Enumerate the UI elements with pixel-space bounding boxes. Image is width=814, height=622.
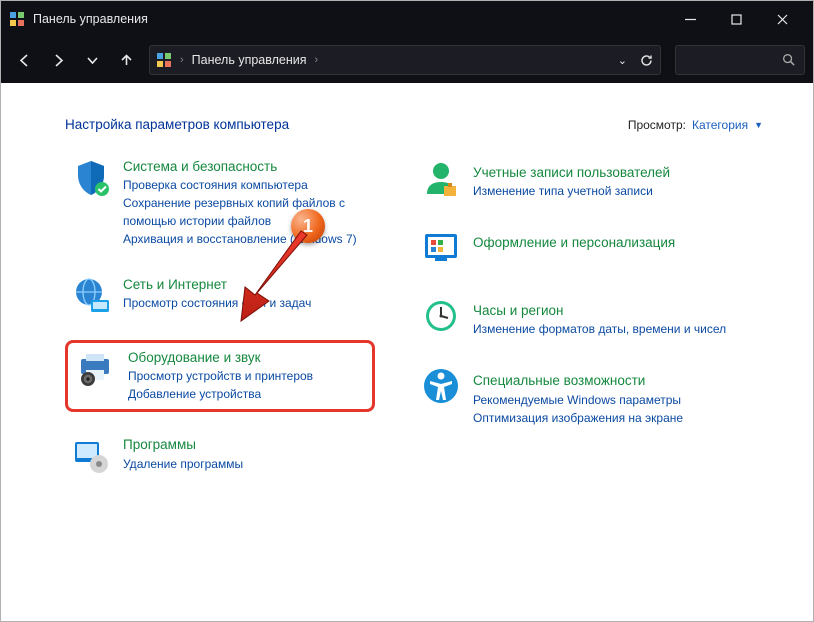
page-heading: Настройка параметров компьютера — [65, 117, 628, 132]
shield-icon — [71, 158, 111, 198]
category-link[interactable]: Сохранение резервных копий файлов с помо… — [123, 194, 369, 230]
category-title[interactable]: Программы — [123, 436, 243, 454]
breadcrumb-root[interactable]: Панель управления — [192, 53, 307, 67]
category-link[interactable]: Просмотр устройств и принтеров — [128, 367, 313, 385]
category-title[interactable]: Сеть и Интернет — [123, 276, 311, 294]
category-link[interactable]: Добавление устройства — [128, 385, 313, 403]
control-panel-icon — [9, 11, 25, 27]
left-column: Система и безопасность Проверка состояни… — [65, 154, 375, 480]
category-link[interactable]: Изменение типа учетной записи — [473, 182, 670, 200]
user-icon — [421, 158, 461, 198]
category-link[interactable]: Архивация и восстановление (Windows 7) — [123, 230, 369, 248]
window-frame: Панель управления › Панель управления › … — [0, 0, 814, 622]
category-system-security[interactable]: Система и безопасность Проверка состояни… — [65, 154, 375, 252]
category-title[interactable]: Специальные возможности — [473, 372, 683, 390]
forward-button[interactable] — [43, 45, 73, 75]
view-by-label: Просмотр: — [628, 118, 686, 132]
category-link[interactable]: Рекомендуемые Windows параметры — [473, 391, 683, 409]
category-ease-of-access[interactable]: Специальные возможности Рекомендуемые Wi… — [415, 362, 763, 430]
category-title[interactable]: Система и безопасность — [123, 158, 369, 176]
category-columns: Система и безопасность Проверка состояни… — [65, 154, 763, 480]
window-title: Панель управления — [33, 12, 667, 26]
window-controls — [667, 1, 805, 37]
category-title[interactable]: Оборудование и звук — [128, 349, 313, 367]
chevron-right-icon: › — [315, 54, 319, 66]
category-appearance[interactable]: Оформление и персонализация — [415, 224, 763, 272]
refresh-icon[interactable] — [639, 53, 654, 68]
printer-icon — [76, 349, 116, 389]
minimize-button[interactable] — [667, 1, 713, 37]
maximize-button[interactable] — [713, 1, 759, 37]
nav-bar: › Панель управления › ⌄ — [1, 37, 813, 83]
search-box[interactable] — [675, 45, 805, 75]
personalization-icon — [421, 228, 461, 268]
category-network-internet[interactable]: Сеть и Интернет Просмотр состояния сети … — [65, 272, 375, 320]
recent-locations-button[interactable] — [77, 45, 107, 75]
category-link[interactable]: Оптимизация изображения на экране — [473, 409, 683, 427]
view-by-value[interactable]: Категория — [692, 118, 748, 132]
search-icon — [782, 53, 796, 67]
titlebar: Панель управления — [1, 1, 813, 37]
category-link[interactable]: Проверка состояния компьютера — [123, 176, 369, 194]
right-column: Учетные записи пользователей Изменение т… — [415, 154, 763, 480]
clock-icon — [421, 296, 461, 336]
category-link[interactable]: Просмотр состояния сети и задач — [123, 294, 311, 312]
category-link[interactable]: Удаление программы — [123, 455, 243, 473]
close-button[interactable] — [759, 1, 805, 37]
accessibility-icon — [421, 366, 461, 406]
control-panel-icon — [156, 52, 172, 68]
chevron-down-icon[interactable]: ⌄ — [618, 54, 627, 67]
view-by: Просмотр: Категория ▼ — [628, 118, 763, 132]
chevron-down-icon[interactable]: ▼ — [754, 120, 763, 130]
heading-row: Настройка параметров компьютера Просмотр… — [65, 117, 763, 132]
category-programs[interactable]: Программы Удаление программы — [65, 432, 375, 480]
category-hardware-sound[interactable]: Оборудование и звук Просмотр устройств и… — [65, 340, 375, 412]
globe-icon — [71, 276, 111, 316]
up-button[interactable] — [111, 45, 141, 75]
back-button[interactable] — [9, 45, 39, 75]
category-title[interactable]: Часы и регион — [473, 302, 726, 320]
category-clock-region[interactable]: Часы и регион Изменение форматов даты, в… — [415, 292, 763, 342]
category-user-accounts[interactable]: Учетные записи пользователей Изменение т… — [415, 154, 763, 204]
address-bar[interactable]: › Панель управления › ⌄ — [149, 45, 661, 75]
category-title[interactable]: Учетные записи пользователей — [473, 164, 670, 182]
category-link[interactable]: Изменение форматов даты, времени и чисел — [473, 320, 726, 338]
category-title[interactable]: Оформление и персонализация — [473, 234, 675, 252]
content-area: Настройка параметров компьютера Просмотр… — [1, 83, 813, 621]
programs-icon — [71, 436, 111, 476]
chevron-right-icon: › — [180, 54, 184, 66]
